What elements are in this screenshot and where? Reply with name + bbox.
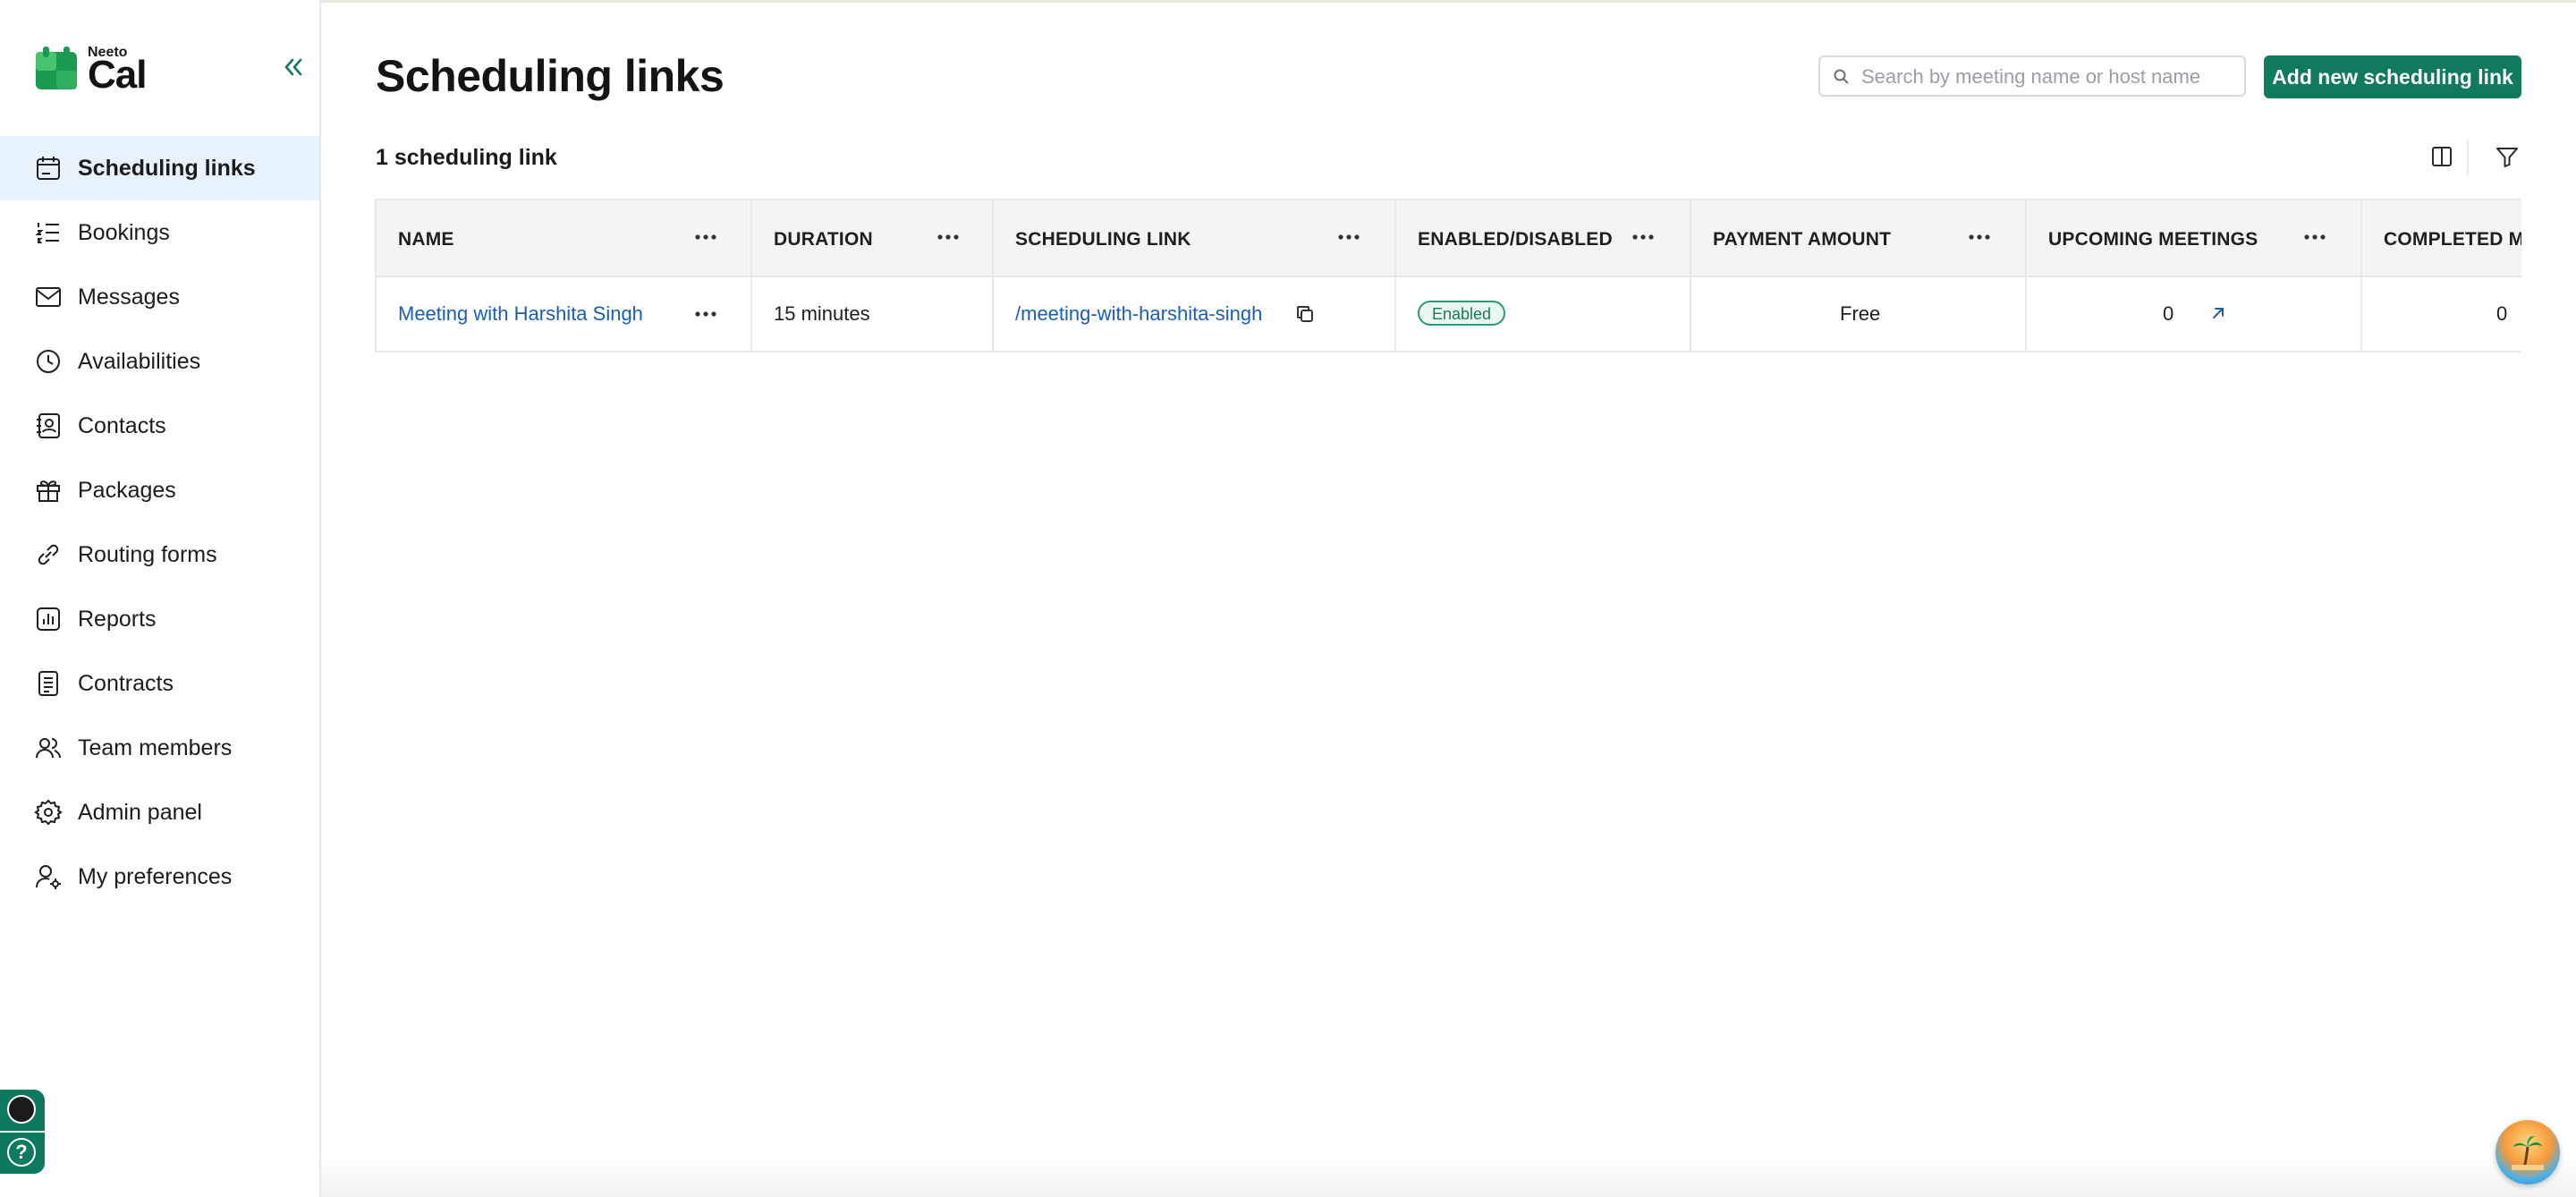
column-label: ENABLED/DISABLED <box>1418 229 1613 250</box>
toolbar-divider <box>2467 140 2469 175</box>
sidebar-item-scheduling-links[interactable]: Scheduling links <box>0 136 319 200</box>
copy-icon[interactable] <box>1293 302 1317 326</box>
sidebar-item-label: My preferences <box>78 863 233 889</box>
sidebar-item-bookings[interactable]: Bookings <box>0 200 319 265</box>
column-label: SCHEDULING LINK <box>1015 229 1191 250</box>
table-header: NAME DURATION SCHEDULING LINK ENABLED/DI… <box>377 200 2521 277</box>
sidebar-item-messages[interactable]: Messages <box>0 265 319 329</box>
collapse-sidebar-icon[interactable] <box>279 54 306 81</box>
calendar-icon <box>37 157 60 180</box>
cell-completed: 0 <box>2362 277 2521 351</box>
meeting-name-link[interactable]: Meeting with Harshita Singh <box>398 302 643 326</box>
avatar <box>7 1095 36 1124</box>
status-badge: Enabled <box>1418 301 1506 326</box>
upcoming-count: 0 <box>2163 302 2174 325</box>
more-options-icon[interactable] <box>691 224 721 250</box>
cell-scheduling-link: /meeting-with-harshita-singh <box>994 277 1396 351</box>
sidebar-item-label: Scheduling links <box>78 155 256 181</box>
sidebar-item-label: Contacts <box>78 412 166 438</box>
more-options-icon[interactable] <box>1628 224 1658 250</box>
sidebar-item-contacts[interactable]: Contacts <box>0 394 319 458</box>
scheduling-link[interactable]: /meeting-with-harshita-singh <box>1015 302 1262 326</box>
completed-count: 0 <box>2496 302 2508 325</box>
more-options-icon[interactable] <box>1334 224 1364 250</box>
sidebar-item-label: Bookings <box>78 219 170 245</box>
cell-name: Meeting with Harshita Singh <box>377 277 752 351</box>
column-header-enabled-disabled: ENABLED/DISABLED <box>1396 200 1691 276</box>
document-icon <box>38 671 58 696</box>
floating-widget-button[interactable] <box>2496 1120 2560 1184</box>
search-icon <box>1834 69 1849 84</box>
list-numbered-icon <box>35 223 59 243</box>
scheduling-links-table: NAME DURATION SCHEDULING LINK ENABLED/DI… <box>375 199 2521 352</box>
column-label: PAYMENT AMOUNT <box>1713 229 1892 250</box>
brand-big: Cal <box>88 53 147 97</box>
neeto-cal-logo-icon <box>36 47 77 89</box>
result-count: 1 scheduling link <box>376 145 557 170</box>
search-box[interactable] <box>1818 55 2246 97</box>
payment-value: Free <box>1840 302 1881 325</box>
more-options-icon[interactable] <box>933 224 963 250</box>
sidebar-item-label: Availabilities <box>78 348 201 374</box>
column-label: UPCOMING MEETINGS <box>2048 229 2258 250</box>
column-header-upcoming-meetings: UPCOMING MEETINGS <box>2027 200 2362 276</box>
column-label: COMPLETED ME <box>2384 229 2521 250</box>
column-label: NAME <box>398 229 454 250</box>
sidebar: Neeto Cal Scheduling links Bookings Mess… <box>0 0 321 1197</box>
sidebar-item-availabilities[interactable]: Availabilities <box>0 329 319 394</box>
more-options-icon[interactable] <box>1964 224 1995 250</box>
sidebar-item-label: Team members <box>78 734 233 760</box>
sidebar-item-routing-forms[interactable]: Routing forms <box>0 522 319 587</box>
search-input[interactable] <box>1860 63 2239 91</box>
sidebar-item-label: Admin panel <box>78 799 202 825</box>
cell-status: Enabled <box>1396 277 1691 351</box>
cell-payment: Free <box>1691 277 2027 351</box>
cell-upcoming: 0 <box>2027 277 2362 351</box>
column-header-name: NAME <box>377 200 752 276</box>
sidebar-item-label: Contracts <box>78 670 174 696</box>
sidebar-item-admin-panel[interactable]: Admin panel <box>0 780 319 845</box>
sidebar-item-label: Packages <box>78 477 176 503</box>
help-icon: ? <box>7 1138 36 1167</box>
report-icon <box>37 607 60 631</box>
sidebar-item-contracts[interactable]: Contracts <box>0 651 319 716</box>
help-button[interactable]: ? <box>0 1133 45 1174</box>
row-more-options-icon[interactable] <box>691 301 721 327</box>
table-row[interactable]: Meeting with Harshita Singh 15 minutes /… <box>377 277 2521 352</box>
logo[interactable]: Neeto Cal <box>36 43 161 97</box>
sidebar-item-team-members[interactable]: Team members <box>0 716 319 780</box>
clock-icon <box>37 350 60 373</box>
profile-button[interactable] <box>0 1090 45 1131</box>
sidebar-item-label: Routing forms <box>78 541 217 567</box>
sidebar-item-reports[interactable]: Reports <box>0 587 319 651</box>
columns-icon[interactable] <box>2427 141 2457 172</box>
sidebar-item-packages[interactable]: Packages <box>0 458 319 522</box>
user-settings-icon <box>36 865 61 889</box>
gift-icon <box>37 480 60 502</box>
page-title: Scheduling links <box>376 51 724 101</box>
column-header-completed-meetings: COMPLETED ME <box>2362 200 2521 276</box>
column-header-payment-amount: PAYMENT AMOUNT <box>1691 200 2027 276</box>
column-label: DURATION <box>774 229 873 250</box>
mail-icon <box>36 287 61 307</box>
sidebar-nav: Scheduling links Bookings Messages Avail… <box>0 136 319 909</box>
cell-duration: 15 minutes <box>752 277 994 351</box>
sidebar-item-label: Messages <box>78 284 180 310</box>
contact-book-icon <box>37 413 60 438</box>
sidebar-item-label: Reports <box>78 606 157 632</box>
more-options-icon[interactable] <box>2300 224 2330 250</box>
palm-tree-icon <box>2512 1135 2544 1170</box>
column-header-scheduling-link: SCHEDULING LINK <box>994 200 1396 276</box>
column-header-duration: DURATION <box>752 200 994 276</box>
filter-icon[interactable] <box>2492 141 2522 172</box>
external-link-arrow-icon[interactable] <box>2207 302 2229 324</box>
add-new-scheduling-link-button[interactable]: Add new scheduling link <box>2264 55 2521 98</box>
users-icon <box>36 738 61 759</box>
link-icon <box>38 544 59 565</box>
duration-value: 15 minutes <box>774 302 870 325</box>
bottom-shadow <box>321 1154 2576 1197</box>
gear-icon <box>34 799 63 826</box>
main-content: Scheduling links Add new scheduling link… <box>321 0 2576 1197</box>
sidebar-item-my-preferences[interactable]: My preferences <box>0 845 319 909</box>
